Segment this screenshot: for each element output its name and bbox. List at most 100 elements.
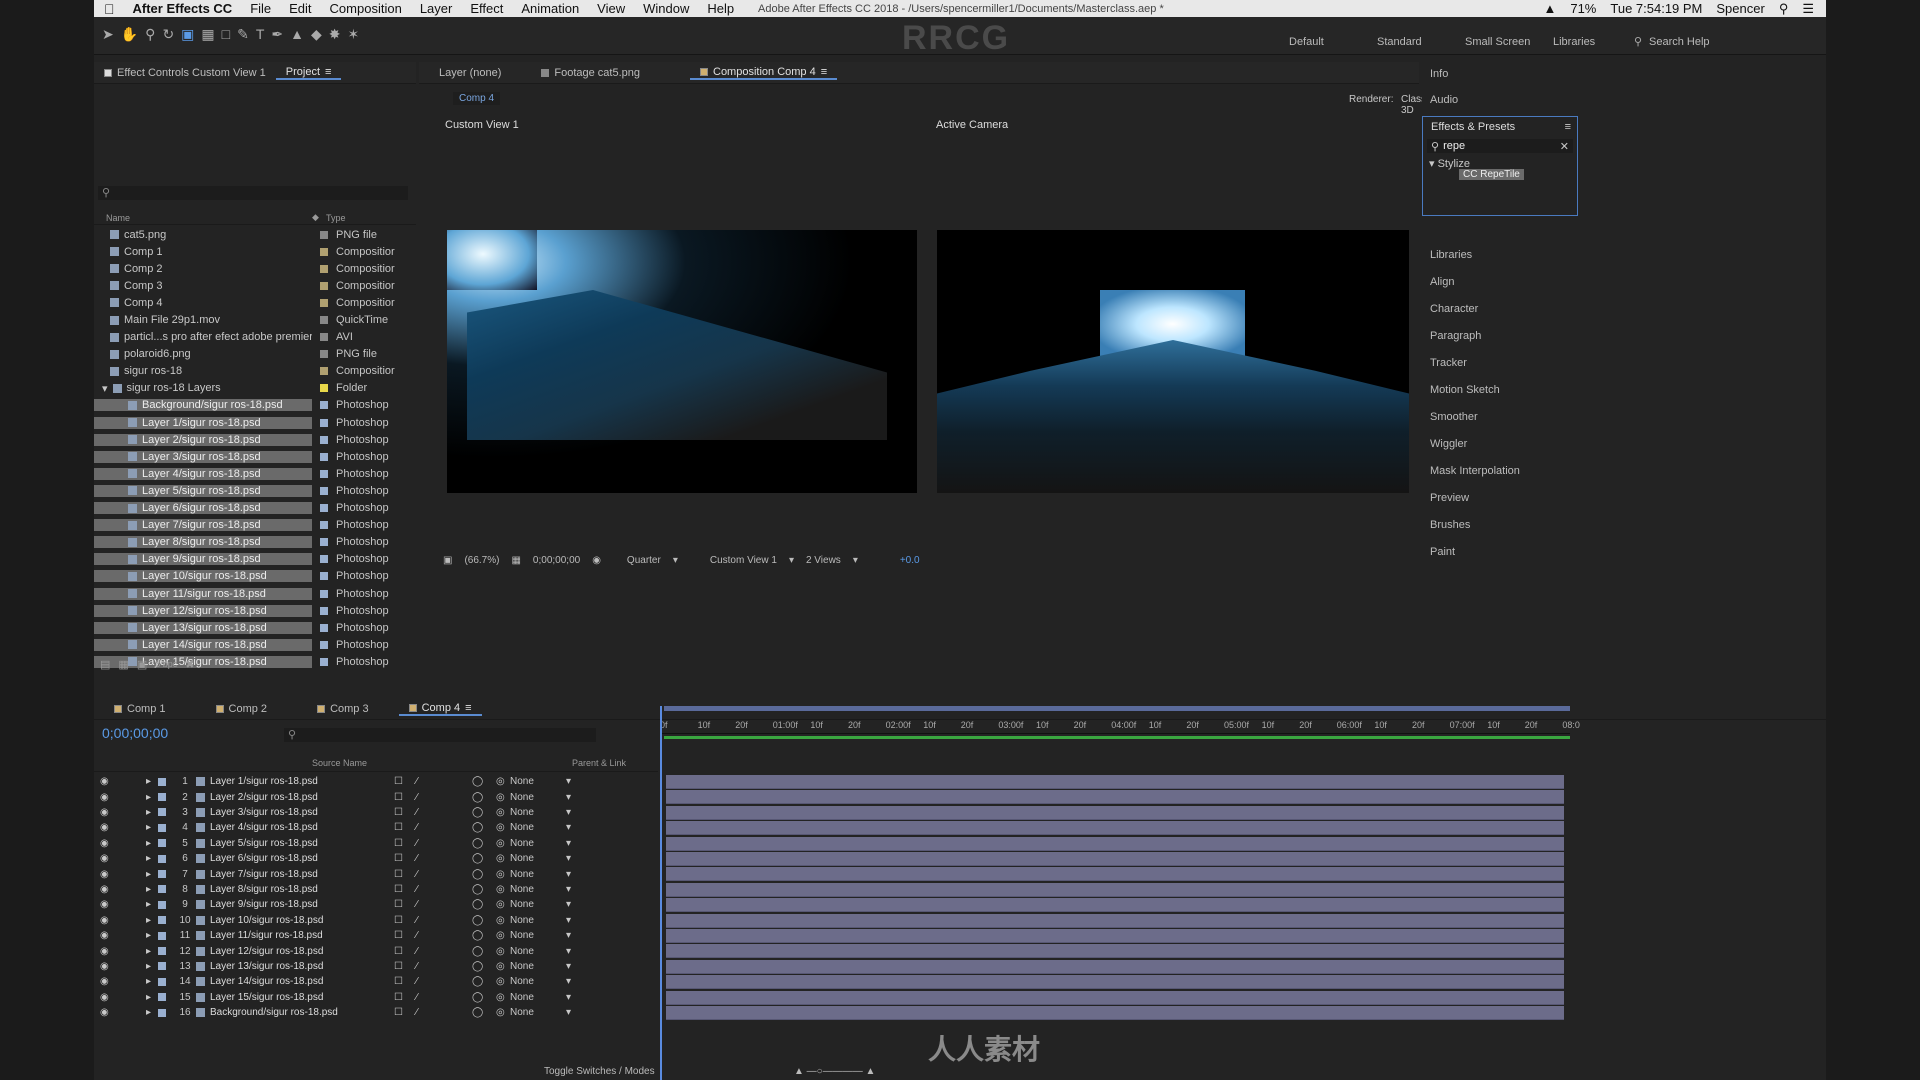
layer-name[interactable]: Layer 15/sigur ros-18.psd [210, 992, 394, 1003]
label-swatch[interactable] [320, 367, 328, 376]
panel-character[interactable]: Character [1430, 303, 1478, 315]
quality-switch-icon[interactable]: ∕ [416, 792, 472, 803]
project-item[interactable]: Comp 1 Compositior [94, 243, 416, 260]
chevron-down-icon[interactable]: ▾ [566, 899, 571, 910]
shy-switch-icon[interactable]: ☐ [394, 930, 416, 941]
pickwhip-icon[interactable]: ◎ [496, 946, 510, 957]
twirl-icon[interactable]: ▸ [146, 807, 158, 818]
col-parent[interactable]: Parent & Link [572, 758, 626, 768]
menu-help[interactable]: Help [698, 1, 743, 16]
panel-wiggler[interactable]: Wiggler [1430, 438, 1467, 450]
label-swatch[interactable] [320, 418, 328, 427]
menu-icon[interactable]: ≡ [1565, 121, 1571, 133]
shy-switch-icon[interactable]: ☐ [394, 807, 416, 818]
timeline-search-input[interactable]: ⚲ [284, 728, 596, 742]
chevron-down-icon[interactable]: ▾ [566, 792, 571, 803]
panel-info[interactable]: Info [1430, 68, 1448, 80]
layer-row[interactable]: ◉ ▸ 9 Layer 9/sigur ros-18.psd ☐ ∕ ◯ ◎ None ▾ [94, 897, 664, 912]
panel-paragraph[interactable]: Paragraph [1430, 330, 1481, 342]
exposure-value[interactable]: +0.0 [900, 555, 920, 566]
layer-row[interactable]: ◉ ▸ 8 Layer 8/sigur ros-18.psd ☐ ∕ ◯ ◎ None ▾ [94, 882, 664, 897]
twirl-icon[interactable]: ▸ [146, 776, 158, 787]
bpc-value[interactable]: 8 bpc [155, 659, 177, 669]
wifi-icon[interactable]: ▲ [1543, 1, 1556, 16]
label-swatch[interactable] [320, 452, 328, 461]
shy-switch-icon[interactable]: ☐ [394, 946, 416, 957]
label-swatch[interactable] [320, 316, 328, 325]
layer-row[interactable]: ◉ ▸ 12 Layer 12/sigur ros-18.psd ☐ ∕ ◯ ◎ None ▾ [94, 943, 664, 958]
brush-tool-icon[interactable]: ✒ [271, 26, 283, 43]
quality-switch-icon[interactable]: ∕ [416, 946, 472, 957]
layer-duration-bar[interactable] [666, 898, 1564, 913]
label-swatch[interactable] [320, 469, 328, 478]
shy-switch-icon[interactable]: ☐ [394, 1007, 416, 1018]
quality-switch-icon[interactable]: ∕ [416, 915, 472, 926]
label-swatch[interactable] [158, 977, 166, 986]
project-item[interactable]: Layer 14/sigur ros-18.psd Photoshop [94, 636, 416, 653]
clone-tool-icon[interactable]: ▲ [290, 26, 304, 43]
parent-select[interactable]: None [510, 807, 566, 818]
chevron-down-icon[interactable]: ▾ [566, 915, 571, 926]
pickwhip-icon[interactable]: ◎ [496, 776, 510, 787]
layer-duration-bar[interactable] [666, 929, 1564, 943]
layer-name[interactable]: Layer 14/sigur ros-18.psd [210, 976, 394, 987]
3d-switch-icon[interactable]: ◯ [472, 853, 496, 864]
layer-name[interactable]: Layer 12/sigur ros-18.psd [210, 946, 394, 957]
interpret-icon[interactable]: ▤ [100, 658, 110, 671]
chevron-down-icon[interactable]: ▾ [566, 884, 571, 895]
layer-name[interactable]: Layer 1/sigur ros-18.psd [210, 776, 394, 787]
rotate-tool-icon[interactable]: ↻ [162, 26, 174, 43]
project-item[interactable]: particl...s pro after efect adobe premie… [94, 329, 416, 346]
tab-comp-3[interactable]: Comp 3 [307, 703, 379, 715]
label-swatch[interactable] [320, 435, 328, 444]
layer-name[interactable]: Layer 7/sigur ros-18.psd [210, 869, 394, 880]
workspace-standard[interactable]: Standard [1377, 36, 1465, 48]
project-item[interactable]: Layer 3/sigur ros-18.psd Photoshop [94, 448, 416, 465]
project-item[interactable]: Layer 8/sigur ros-18.psd Photoshop [94, 534, 416, 551]
clock[interactable]: Tue 7:54:19 PM [1610, 1, 1702, 16]
3d-switch-icon[interactable]: ◯ [472, 822, 496, 833]
parent-select[interactable]: None [510, 992, 566, 1003]
layer-name[interactable]: Layer 8/sigur ros-18.psd [210, 884, 394, 895]
menu-icon[interactable]: ≡ [465, 702, 471, 714]
layer-name[interactable]: Layer 2/sigur ros-18.psd [210, 792, 394, 803]
layer-row[interactable]: ◉ ▸ 13 Layer 13/sigur ros-18.psd ☐ ∕ ◯ ◎ None ▾ [94, 959, 664, 974]
battery-percent[interactable]: 71% [1570, 1, 1596, 16]
pickwhip-icon[interactable]: ◎ [496, 838, 510, 849]
shy-switch-icon[interactable]: ☐ [394, 976, 416, 987]
zoom-slider[interactable]: ▲ —○———— ▲ [794, 1066, 875, 1077]
resolution-select[interactable]: Quarter [627, 555, 661, 566]
shy-switch-icon[interactable]: ☐ [394, 853, 416, 864]
snapshot-icon[interactable]: ◉ [592, 555, 601, 566]
preview-icon[interactable]: ▣ [443, 555, 452, 566]
effect-cc-repetile[interactable]: CC RepeTile [1459, 169, 1524, 180]
label-swatch[interactable] [320, 521, 328, 530]
label-swatch[interactable] [158, 823, 166, 832]
twirl-icon[interactable]: ▸ [146, 853, 158, 864]
project-item[interactable]: ▾ sigur ros-18 Layers Folder [94, 380, 416, 397]
twirl-icon[interactable]: ▸ [146, 946, 158, 957]
parent-select[interactable]: None [510, 915, 566, 926]
layer-row[interactable]: ◉ ▸ 11 Layer 11/sigur ros-18.psd ☐ ∕ ◯ ◎ None ▾ [94, 928, 664, 943]
layer-name[interactable]: Layer 6/sigur ros-18.psd [210, 853, 394, 864]
layer-duration-bar[interactable] [666, 959, 1564, 974]
project-item[interactable]: cat5.png PNG file [94, 226, 416, 243]
parent-select[interactable]: None [510, 776, 566, 787]
project-item[interactable]: Layer 4/sigur ros-18.psd Photoshop [94, 465, 416, 482]
layer-duration-bar[interactable] [666, 944, 1564, 959]
quality-switch-icon[interactable]: ∕ [416, 930, 472, 941]
menu-icon[interactable]: ≡ [821, 66, 827, 78]
layer-row[interactable]: ◉ ▸ 7 Layer 7/sigur ros-18.psd ☐ ∕ ◯ ◎ None ▾ [94, 866, 664, 881]
3d-switch-icon[interactable]: ◯ [472, 869, 496, 880]
chevron-down-icon[interactable]: ▾ [566, 776, 571, 787]
eye-icon[interactable]: ◉ [94, 853, 112, 864]
parent-select[interactable]: None [510, 869, 566, 880]
chevron-down-icon[interactable]: ▾ [566, 807, 571, 818]
pickwhip-icon[interactable]: ◎ [496, 961, 510, 972]
eye-icon[interactable]: ◉ [94, 915, 112, 926]
eye-icon[interactable]: ◉ [94, 869, 112, 880]
project-item[interactable]: Layer 7/sigur ros-18.psd Photoshop [94, 517, 416, 534]
chevron-down-icon[interactable]: ▾ [102, 382, 108, 395]
label-swatch[interactable] [158, 916, 166, 925]
timecode-value[interactable]: 0;00;00;00 [533, 555, 580, 566]
